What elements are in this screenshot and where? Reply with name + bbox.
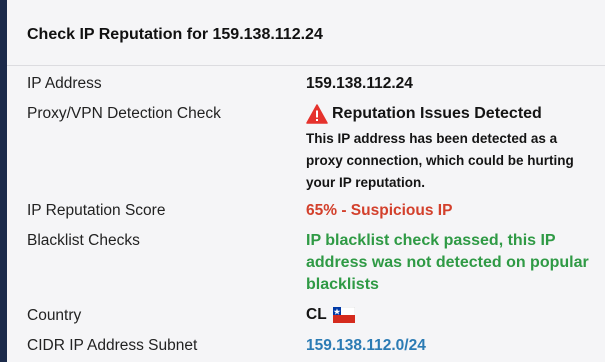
reputation-score-label: IP Reputation Score: [27, 202, 166, 219]
page-left-edge: [0, 0, 7, 362]
ip-address-label: IP Address: [27, 75, 102, 92]
proxy-check-status: Reputation Issues Detected: [306, 103, 542, 125]
reputation-score-value: 65% - Suspicious IP: [306, 202, 453, 219]
page: Check IP Reputation for 159.138.112.24 I…: [0, 0, 605, 362]
country-label: Country: [27, 307, 82, 324]
card-header: Check IP Reputation for 159.138.112.24: [7, 0, 605, 66]
ip-reputation-card: Check IP Reputation for 159.138.112.24 I…: [7, 0, 605, 362]
proxy-check-description-line-1: This IP address has been detected as a: [306, 131, 558, 146]
warning-triangle-icon: [306, 104, 328, 124]
blacklist-value-line-2: address was not detected on popular: [306, 254, 589, 271]
ip-address-value: 159.138.112.24: [306, 75, 413, 92]
proxy-check-status-title: Reputation Issues Detected: [332, 105, 542, 122]
chile-flag-icon: [332, 306, 355, 324]
cidr-value-link[interactable]: 159.138.112.0/24: [306, 337, 426, 355]
proxy-check-description-line-2: proxy connection, which could be hurting: [306, 153, 574, 168]
country-code: CL: [306, 306, 327, 323]
blacklist-value-line-3: blacklists: [306, 276, 379, 293]
proxy-check-label: Proxy/VPN Detection Check: [27, 105, 221, 122]
proxy-check-description-line-3: your IP reputation.: [306, 175, 426, 190]
country-value: CL: [306, 305, 355, 325]
card-title: Check IP Reputation for 159.138.112.24: [27, 26, 323, 43]
blacklist-label: Blacklist Checks: [27, 232, 140, 249]
cidr-label: CIDR IP Address Subnet: [27, 337, 198, 354]
blacklist-value-line-1: IP blacklist check passed, this IP: [306, 232, 556, 249]
